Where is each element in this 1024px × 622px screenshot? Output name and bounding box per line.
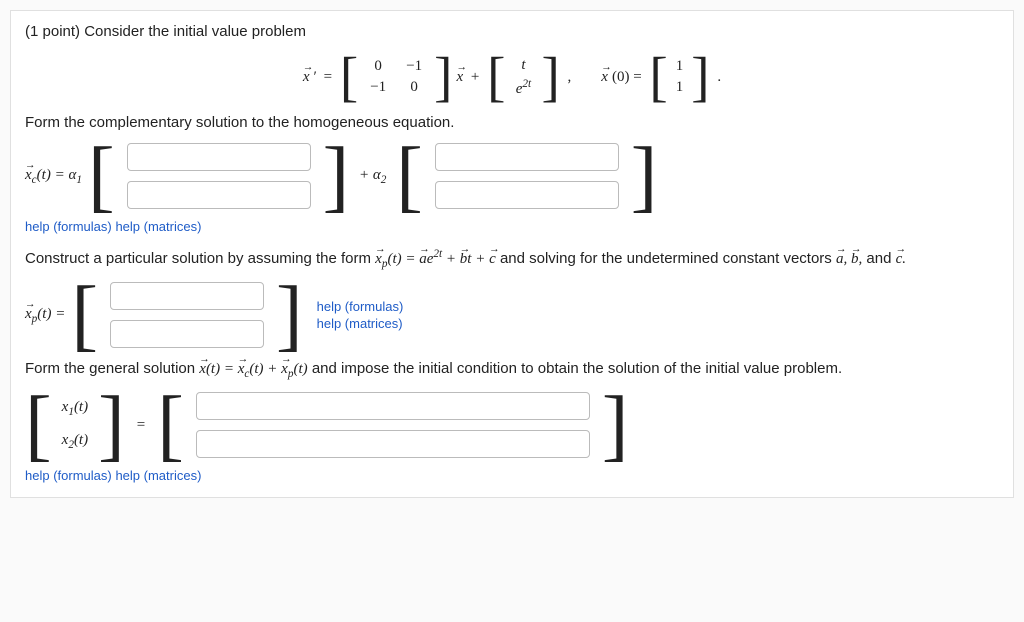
equals-sign: = xyxy=(137,417,145,434)
problem-heading: (1 point) Consider the initial value pro… xyxy=(25,23,999,40)
g-1: e2t xyxy=(516,78,531,98)
complementary-solution-row: xc(t) = α1 [ ] + α2 [ ] xyxy=(25,143,999,209)
help-formulas-link-1[interactable]: help (formulas) xyxy=(25,219,112,234)
xp-row1-input[interactable] xyxy=(110,282,264,310)
particular-prompt: Construct a particular solution by assum… xyxy=(25,248,999,270)
complementary-prompt: Form the complementary solution to the h… xyxy=(25,114,999,131)
xc-vec1-row1-input[interactable] xyxy=(127,143,311,171)
xc-vec1-row2-input[interactable] xyxy=(127,181,311,209)
final-row1-input[interactable] xyxy=(196,392,590,420)
A-00: 0 xyxy=(374,58,382,75)
help-formulas-link-2[interactable]: help (formulas) xyxy=(317,299,404,314)
help-matrices-link-2[interactable]: help (matrices) xyxy=(317,316,404,331)
ic-0: 1 xyxy=(676,58,684,75)
A-01: −1 xyxy=(406,58,422,75)
ivp-equation: x ′ = [ 0 −1 −1 0 ] x + [ t e2t ] , x(0)… xyxy=(25,55,999,99)
xc-vec2-row2-input[interactable] xyxy=(435,181,619,209)
ic-1: 1 xyxy=(676,79,684,96)
ivp-solution-row: [ x1(t) x2(t) ] = [ ] xyxy=(25,392,999,458)
xc-vec2-row1-input[interactable] xyxy=(435,143,619,171)
help-formulas-link-3[interactable]: help (formulas) xyxy=(25,468,112,483)
general-prompt: Form the general solution x(t) = xc(t) +… xyxy=(25,360,999,380)
final-row2-input[interactable] xyxy=(196,430,590,458)
x1-label: x1(t) xyxy=(62,399,88,418)
particular-solution-row: xp(t) = [ ] help (formulas) help (matric… xyxy=(25,282,999,348)
xp-row2-input[interactable] xyxy=(110,320,264,348)
help-matrices-link-1[interactable]: help (matrices) xyxy=(115,219,201,234)
A-11: 0 xyxy=(410,79,418,96)
help-matrices-link-3[interactable]: help (matrices) xyxy=(115,468,201,483)
g-0: t xyxy=(521,57,525,74)
A-10: −1 xyxy=(370,79,386,96)
x2-label: x2(t) xyxy=(62,432,88,451)
